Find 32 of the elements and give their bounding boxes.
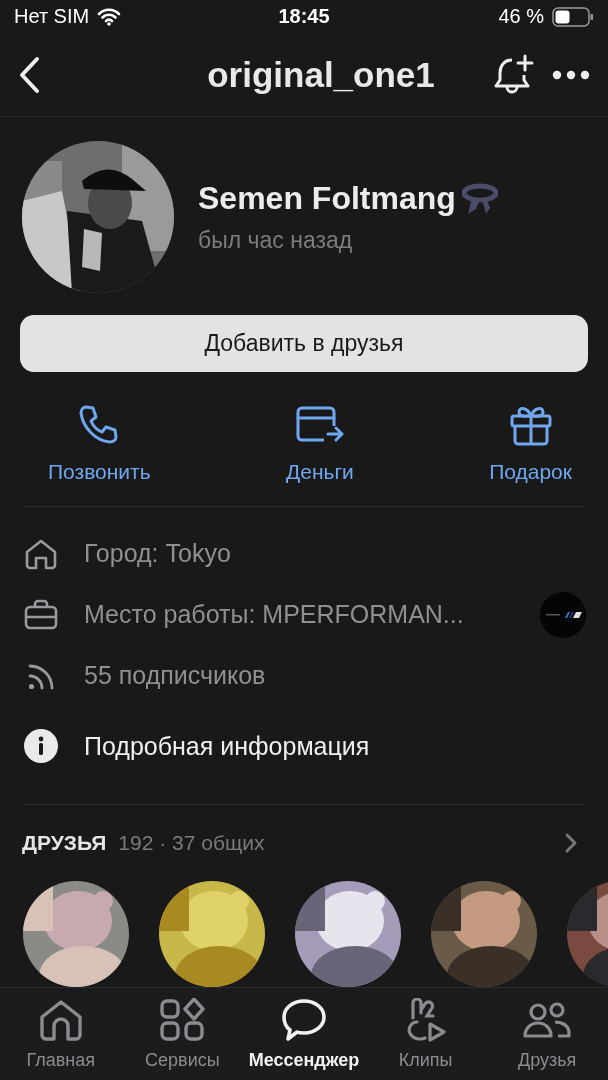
info-text[interactable]: Подробная информация xyxy=(84,731,586,761)
friends-count: 192 · 37 общих xyxy=(118,831,266,855)
info-icon xyxy=(24,729,58,764)
clock-text: 18:45 xyxy=(278,5,330,29)
wifi-icon xyxy=(97,7,122,26)
battery-icon xyxy=(552,6,594,27)
battery-percent: 46 % xyxy=(498,5,544,29)
tab-item[interactable]: Мессенджер xyxy=(243,998,365,1080)
action-label[interactable]: Подарок xyxy=(489,460,572,485)
tab-item[interactable]: Главная xyxy=(0,998,122,1080)
chevron-right-icon[interactable] xyxy=(564,832,578,854)
briefcase-icon xyxy=(24,598,58,631)
tab-item[interactable]: Друзья xyxy=(486,998,608,1080)
add-friend-button[interactable]: Добавить в друзья xyxy=(20,315,588,373)
info-text: Город: Tokyo xyxy=(84,539,232,569)
action-label[interactable]: Деньги xyxy=(286,460,354,485)
back-icon[interactable] xyxy=(18,56,40,95)
chat-bubble-icon xyxy=(281,998,327,1042)
friends-heading: ДРУЗЬЯ xyxy=(22,831,107,855)
house-icon xyxy=(24,537,58,570)
more-icon[interactable] xyxy=(552,70,590,81)
tab-item[interactable]: Клипы xyxy=(364,998,487,1080)
info-text: Место работы: MPERFORMAN... xyxy=(84,600,465,630)
home-icon xyxy=(37,998,84,1042)
info-text: 55 подписчиков xyxy=(84,661,267,691)
page-title: original_one1 xyxy=(206,55,436,96)
profile-name: Semen Foltmang xyxy=(198,180,456,218)
last-seen-text: был час назад xyxy=(198,227,354,255)
grid-icon xyxy=(159,998,206,1042)
tab-item[interactable]: Сервисы xyxy=(121,998,244,1080)
carrier-text: Нет SIM xyxy=(14,5,90,29)
action-label[interactable]: Позвонить xyxy=(48,460,151,485)
